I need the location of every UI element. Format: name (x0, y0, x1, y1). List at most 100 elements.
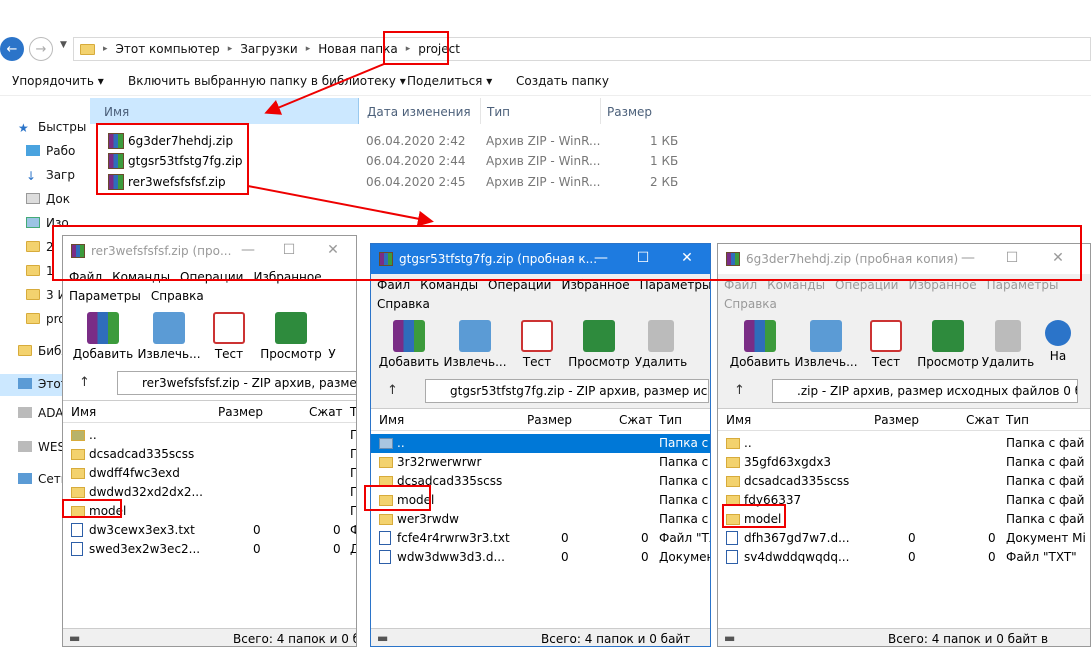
new-folder-button[interactable]: Создать папку (516, 74, 609, 88)
column-packed[interactable]: Сжат (966, 413, 1000, 427)
menu-file[interactable]: Файл (377, 278, 410, 292)
crumb-downloads[interactable]: Загрузки (240, 42, 298, 56)
list-item[interactable]: 35gfd63xgdx3 Папка с фай (718, 453, 1090, 472)
recent-locations-button[interactable]: ▼ (60, 40, 67, 50)
column-type[interactable]: Тип (487, 105, 510, 119)
up-arrow-icon[interactable]: ↑ (79, 375, 90, 390)
sidebar-item-network[interactable]: Сеть (18, 472, 68, 486)
menu-commands[interactable]: Команды (420, 278, 478, 292)
menu-operations[interactable]: Операции (835, 278, 898, 292)
menu-favorites[interactable]: Избранное (253, 270, 321, 284)
minimize-button[interactable]: — (238, 242, 258, 258)
column-name[interactable]: Имя (726, 413, 751, 427)
delete-button[interactable]: Удалить (629, 320, 693, 369)
add-button[interactable]: Добавить (377, 320, 441, 369)
column-name[interactable]: Имя (71, 405, 96, 419)
list-item[interactable]: dcsadcad335scss Папка с фай (718, 472, 1090, 491)
file-row[interactable]: gtgsr53tfstg7fg.zip 06.04.2020 2:44 Архи… (100, 151, 680, 171)
list-item[interactable]: dfh367gd7w7.d... 0 0 Документ Mi (718, 529, 1090, 548)
column-packed[interactable]: Сжат (309, 405, 343, 419)
list-item[interactable]: dw3cewx3ex3.txt00Ф (63, 521, 356, 540)
extract-button[interactable]: Извлечь... (443, 320, 507, 369)
sidebar-item-quick-access[interactable]: ★ Быстры (18, 120, 86, 135)
list-item[interactable]: 3r32rwerwrwr Папка с ф (371, 453, 710, 472)
menu-help[interactable]: Справка (724, 297, 777, 311)
menu-favorites[interactable]: Избранное (908, 278, 976, 292)
column-size[interactable]: Размер (607, 105, 652, 119)
menu-operations[interactable]: Операции (180, 270, 243, 284)
column-type[interactable]: Тип (659, 413, 682, 427)
list-item[interactable]: fdy66337 Папка с фай (718, 491, 1090, 510)
menu-help[interactable]: Справка (377, 297, 430, 311)
up-arrow-icon[interactable]: ↑ (734, 383, 745, 398)
menu-options[interactable]: Параметры (987, 278, 1059, 292)
list-item[interactable]: .. Папка с ф (371, 434, 710, 453)
list-item[interactable]: .. Папка с фай (718, 434, 1090, 453)
list-item[interactable]: model Папка с фай (718, 510, 1090, 529)
maximize-button[interactable]: ☐ (633, 250, 653, 266)
test-button[interactable]: Тест (854, 320, 918, 369)
menu-commands[interactable]: Команды (767, 278, 825, 292)
minimize-button[interactable]: — (591, 250, 611, 266)
test-button[interactable]: Тест (197, 312, 261, 361)
list-item[interactable]: model Папка с ф (371, 491, 710, 510)
menu-options[interactable]: Параметры (69, 289, 141, 303)
sidebar-item-folder[interactable]: 3 И (26, 288, 66, 302)
menu-options[interactable]: Параметры (640, 278, 710, 292)
column-date[interactable]: Дата изменения (367, 105, 471, 119)
add-button[interactable]: Добавить (71, 312, 135, 361)
file-row[interactable]: 6g3der7hehdj.zip 06.04.2020 2:42 Архив Z… (100, 131, 680, 151)
sidebar-item-pictures[interactable]: Изо (26, 216, 69, 230)
delete-button[interactable]: Удалить (976, 320, 1040, 369)
list-item[interactable]: wer3rwdw Папка с ф (371, 510, 710, 529)
list-item[interactable]: swed3ex2w3ec2...00Д (63, 540, 356, 559)
menu-commands[interactable]: Команды (112, 270, 170, 284)
crumb-new-folder[interactable]: Новая папка (318, 42, 397, 56)
list-item[interactable]: dcsadcad335scss П (63, 445, 356, 464)
organize-button[interactable]: Упорядочить ▾ (12, 74, 104, 88)
maximize-button[interactable]: ☐ (1002, 250, 1022, 266)
include-library-button[interactable]: Включить выбранную папку в библиотеку ▾ (128, 74, 406, 88)
archive-path[interactable]: rer3wefsfsfsf.zip - ZIP архив, размер (117, 371, 356, 395)
sidebar-item-drive[interactable]: ADA (18, 406, 63, 420)
view-button[interactable]: Просмотр (567, 320, 631, 369)
list-item[interactable]: wdw3dww3d3.d... 0 0 Докумен (371, 548, 710, 567)
share-button[interactable]: Поделиться ▾ (407, 74, 492, 88)
breadcrumb[interactable]: ▸ Этот компьютер ▸ Загрузки ▸ Новая папк… (73, 37, 1091, 61)
column-size[interactable]: Размер (874, 413, 919, 427)
menu-operations[interactable]: Операции (488, 278, 551, 292)
sidebar-item-project[interactable]: pro (26, 312, 66, 326)
close-button[interactable]: ✕ (323, 242, 343, 258)
close-button[interactable]: ✕ (677, 250, 697, 266)
view-button[interactable]: Просмотр (916, 320, 980, 369)
sidebar-item-folder[interactable]: 2 (26, 240, 54, 254)
column-packed[interactable]: Сжат (619, 413, 653, 427)
extract-button[interactable]: Извлечь... (794, 320, 858, 369)
file-row[interactable]: rer3wefsfsfsf.zip 06.04.2020 2:45 Архив … (100, 172, 680, 192)
column-type[interactable]: Тип (1006, 413, 1029, 427)
menu-favorites[interactable]: Избранное (561, 278, 629, 292)
sidebar-item-folder[interactable]: 1 (26, 264, 54, 278)
list-item[interactable]: dcsadcad335scss Папка с ф (371, 472, 710, 491)
sidebar-item-downloads[interactable]: ↓ Загр (26, 168, 75, 183)
add-button[interactable]: Добавить (728, 320, 792, 369)
sidebar-item-drive[interactable]: WES (18, 440, 65, 454)
list-item[interactable]: fcfe4r4rwrw3r3.txt 0 0 Файл "TX (371, 529, 710, 548)
archive-path[interactable]: gtgsr53tfstg7fg.zip - ZIP архив, размер … (425, 379, 709, 403)
crumb-project[interactable]: project (418, 42, 460, 56)
list-item[interactable]: model П (63, 502, 356, 521)
column-name[interactable]: Имя (379, 413, 404, 427)
sidebar-item-desktop[interactable]: Рабо (26, 144, 75, 158)
crumb-this-pc[interactable]: Этот компьютер (116, 42, 220, 56)
view-button[interactable]: Просмотр (259, 312, 323, 361)
archive-path[interactable]: .zip - ZIP архив, размер исходных файлов… (772, 379, 1078, 403)
column-type[interactable]: Т (350, 405, 356, 419)
delete-button[interactable]: У (317, 312, 347, 361)
close-button[interactable]: ✕ (1048, 250, 1068, 266)
list-item[interactable]: dwdff4fwc3exd П (63, 464, 356, 483)
forward-button[interactable]: → (29, 37, 53, 61)
menu-file[interactable]: Файл (69, 270, 102, 284)
test-button[interactable]: Тест (505, 320, 569, 369)
list-item[interactable]: .. П (63, 426, 356, 445)
column-size[interactable]: Размер (527, 413, 572, 427)
